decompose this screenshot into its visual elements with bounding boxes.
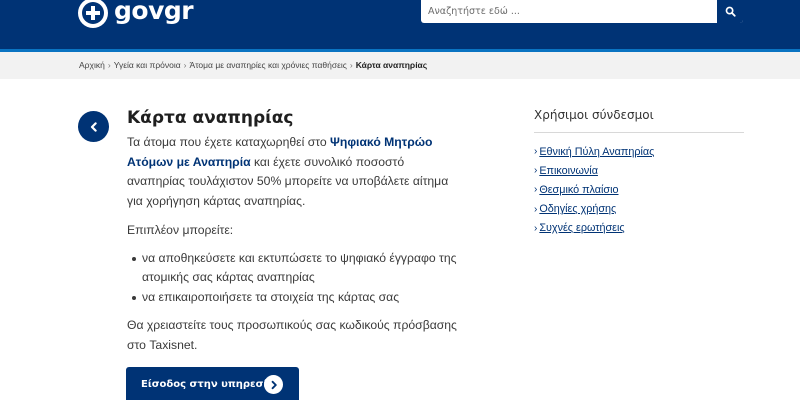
intro-paragraph: Τα άτομα που έχετε καταχωρηθεί στο Ψηφια…: [127, 133, 462, 211]
chevron-right-icon: ›: [534, 165, 538, 177]
useful-link-item: › Εθνική Πύλη Αναπηρίας: [534, 142, 744, 161]
list-item: να αποθηκεύσετε και εκτυπώσετε το ψηφιακ…: [127, 249, 462, 288]
chevron-right-icon: [264, 375, 283, 394]
breadcrumb-separator-icon: ›: [183, 60, 187, 70]
govgr-logo-link[interactable]: govgr: [78, 0, 194, 30]
breadcrumb-disabilities[interactable]: Άτομα με αναπηρίες και χρόνιες παθήσεις: [190, 60, 347, 70]
chevron-right-icon: ›: [534, 146, 538, 158]
breadcrumb-health-welfare[interactable]: Υγεία και πρόνοια: [114, 60, 181, 70]
breadcrumb-current: Κάρτα αναπηρίας: [355, 60, 428, 70]
useful-link-user-guide[interactable]: Οδηγίες χρήσης: [539, 203, 616, 215]
breadcrumb-separator-icon: ›: [107, 60, 111, 70]
useful-link-legal-framework[interactable]: Θεσμικό πλαίσιο: [539, 184, 618, 196]
options-list: να αποθηκεύσετε και εκτυπώσετε το ψηφιακ…: [127, 249, 462, 308]
list-item: να επικαιροποιήσετε τα στοιχεία της κάρτ…: [127, 288, 462, 308]
breadcrumb: Αρχική › Υγεία και πρόνοια › Άτομα με αν…: [79, 60, 427, 70]
useful-link-contact[interactable]: Επικοινωνία: [539, 165, 598, 177]
search-bar: [421, 0, 743, 23]
service-login-button[interactable]: Είσοδος στην υπηρεσία: [126, 367, 299, 400]
search-input[interactable]: [421, 0, 717, 23]
chevron-right-icon: ›: [534, 184, 538, 196]
useful-link-national-portal[interactable]: Εθνική Πύλη Αναπηρίας: [539, 146, 654, 158]
useful-links-title: Χρήσιμοι σύνδεσμοι: [534, 108, 744, 133]
logo-text: govgr: [114, 0, 194, 25]
chevron-right-icon: ›: [534, 222, 538, 234]
breadcrumb-separator-icon: ›: [349, 60, 353, 70]
back-button[interactable]: [78, 111, 109, 142]
useful-links-sidebar: Χρήσιμοι σύνδεσμοι › Εθνική Πύλη Αναπηρία…: [534, 108, 744, 238]
useful-link-item: › Συχνές ερωτήσεις: [534, 219, 744, 238]
search-icon: [725, 6, 736, 17]
useful-links-list: › Εθνική Πύλη Αναπηρίας › Επικοινωνία › Θεσ…: [534, 142, 744, 238]
useful-link-faq[interactable]: Συχνές ερωτήσεις: [539, 222, 624, 234]
useful-link-item: › Οδηγίες χρήσης: [534, 200, 744, 219]
greek-emblem-icon: [78, 0, 108, 28]
useful-link-item: › Θεσμικό πλαίσιο: [534, 180, 744, 199]
main-content: Τα άτομα που έχετε καταχωρηθεί στο Ψηφια…: [127, 133, 462, 355]
chevron-right-icon: ›: [534, 203, 538, 215]
intro-text-start: Τα άτομα που έχετε καταχωρηθεί στο: [127, 135, 331, 149]
service-login-label: Είσοδος στην υπηρεσία: [141, 378, 275, 390]
chevron-left-icon: [90, 121, 97, 132]
breadcrumb-home[interactable]: Αρχική: [79, 60, 105, 70]
more-options-label: Επιπλέον μπορείτε:: [127, 223, 234, 237]
page-title: Κάρτα αναπηρίας: [127, 108, 294, 128]
credentials-note: Θα χρειαστείτε τους προσωπικούς σας κωδι…: [127, 318, 457, 352]
search-button[interactable]: [717, 0, 743, 23]
useful-link-item: › Επικοινωνία: [534, 161, 744, 180]
